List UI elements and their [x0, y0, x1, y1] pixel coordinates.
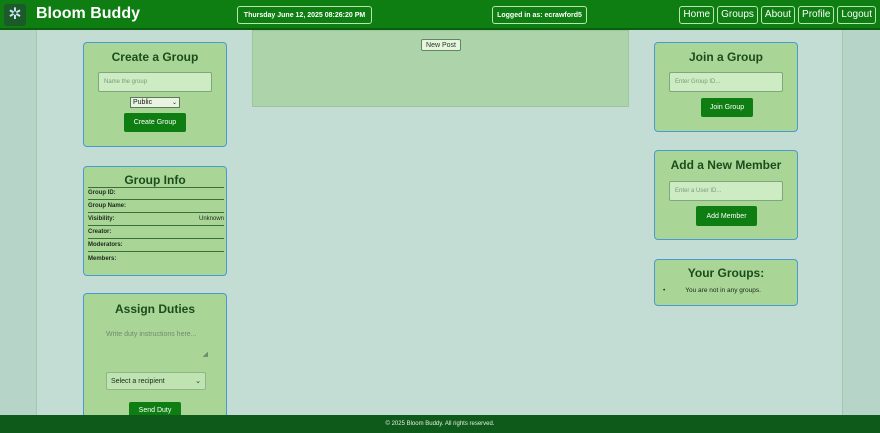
- info-row-visibility: Visibility: Unknown: [88, 213, 224, 226]
- create-group-title: Create a Group: [111, 50, 199, 64]
- nav-home-link[interactable]: Home: [679, 6, 715, 24]
- user-id-input[interactable]: Enter a User ID...: [669, 181, 783, 201]
- logo-icon[interactable]: ✲: [4, 4, 26, 26]
- add-member-card: Add a New Member Enter a User ID... Add …: [654, 150, 798, 240]
- nav-about-link[interactable]: About: [760, 6, 796, 24]
- join-group-title: Join a Group: [688, 50, 763, 64]
- duty-instructions-textarea[interactable]: Write duty instructions here... ◢: [106, 330, 208, 360]
- create-group-button[interactable]: Create Group: [124, 113, 186, 132]
- nav-profile-link[interactable]: Profile: [798, 6, 835, 24]
- top-navbar: ✲ Bloom Buddy Thursday June 12, 2025 08:…: [0, 0, 880, 30]
- group-name-input[interactable]: Name the group: [98, 72, 212, 92]
- bullet-icon: •: [663, 287, 666, 294]
- nav-groups-link[interactable]: Groups: [717, 6, 758, 24]
- join-group-card: Join a Group Enter Group ID... Join Grou…: [654, 42, 798, 132]
- visibility-selected-value: Public: [133, 99, 153, 106]
- nav-logout-link[interactable]: Logout: [837, 6, 876, 24]
- brand-title[interactable]: Bloom Buddy: [36, 5, 140, 23]
- nav-links: Home Groups About Profile Logout: [679, 6, 876, 24]
- chevron-down-icon: ⌄: [195, 378, 201, 385]
- group-info-title: Group Info: [124, 173, 186, 187]
- footer-copyright: © 2025 Bloom Buddy. All rights reserved.: [385, 421, 495, 427]
- group-id-input[interactable]: Enter Group ID...: [669, 72, 783, 92]
- create-group-card: Create a Group Name the group Public ⌄ C…: [83, 42, 227, 147]
- group-info-card: Group Info Group ID: Group Name: Visibil…: [83, 166, 227, 276]
- info-row-members: Members:: [88, 255, 117, 262]
- footer: © 2025 Bloom Buddy. All rights reserved.: [0, 415, 880, 433]
- your-groups-title: Your Groups:: [687, 266, 765, 280]
- resize-handle-icon[interactable]: ◢: [203, 350, 208, 360]
- join-group-button[interactable]: Join Group: [701, 98, 753, 117]
- visibility-select[interactable]: Public ⌄: [130, 97, 180, 108]
- right-gutter: [842, 30, 880, 415]
- recipient-selected-value: Select a recipient: [111, 377, 165, 385]
- info-row-moderators: Moderators:: [88, 239, 224, 252]
- left-gutter: [0, 30, 37, 415]
- recipient-select[interactable]: Select a recipient ⌄: [106, 372, 206, 390]
- info-row-creator: Creator:: [88, 226, 224, 239]
- add-member-button[interactable]: Add Member: [696, 206, 757, 226]
- your-groups-card: Your Groups: • You are not in any groups…: [654, 259, 798, 306]
- assign-duties-card: Assign Duties Write duty instructions he…: [83, 293, 227, 423]
- datetime-display: Thursday June 12, 2025 08:26:20 PM: [237, 6, 372, 24]
- add-member-title: Add a New Member: [670, 158, 782, 172]
- info-row-group-name: Group Name:: [88, 200, 224, 213]
- assign-duties-title: Assign Duties: [114, 302, 195, 316]
- info-row-group-id: Group ID:: [88, 187, 224, 200]
- logged-in-status: Logged in as: ecrawford5: [492, 6, 587, 24]
- your-groups-list-item: • You are not in any groups.: [663, 287, 761, 294]
- chevron-down-icon: ⌄: [171, 100, 177, 106]
- new-post-button[interactable]: New Post: [421, 39, 461, 51]
